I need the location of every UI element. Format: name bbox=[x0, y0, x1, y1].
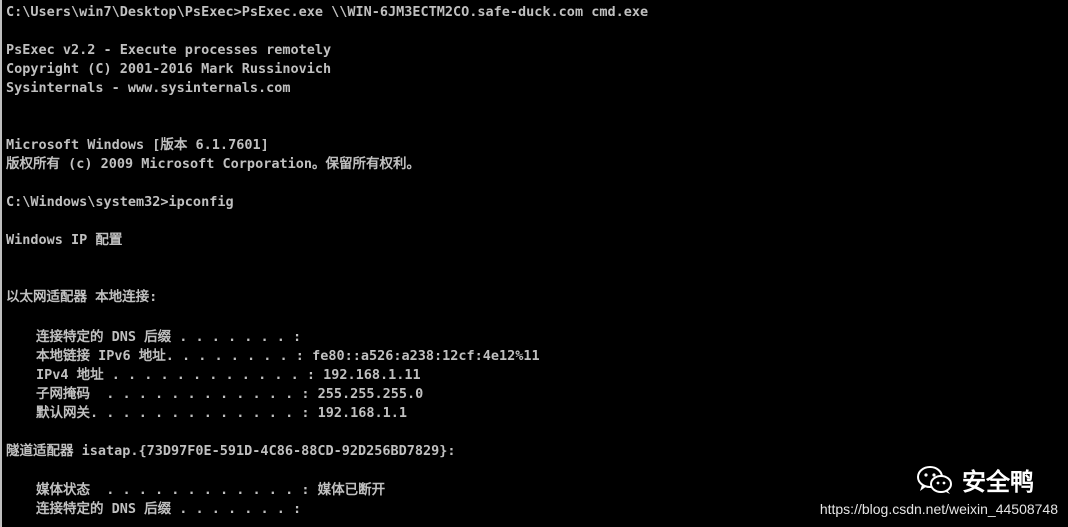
ip-config-heading: Windows IP 配置 bbox=[6, 232, 123, 248]
watermark-brand: 安全鸭 bbox=[820, 462, 1034, 497]
sysinternals-line: Sysinternals - www.sysinternals.com bbox=[6, 80, 291, 96]
console-window[interactable]: C:\Users\win7\Desktop\PsExec>PsExec.exe … bbox=[0, 0, 1068, 527]
media-state-line: 媒体状态 . . . . . . . . . . . . : 媒体已断开 bbox=[36, 482, 386, 498]
copyright-line: Copyright (C) 2001-2016 Mark Russinovich bbox=[6, 61, 332, 77]
window-left-border bbox=[0, 0, 2, 527]
psexec-version-line: PsExec v2.2 - Execute processes remotely bbox=[6, 42, 332, 58]
command-line-ipconfig: C:\Windows\system32>ipconfig bbox=[6, 194, 234, 210]
watermark-name: 安全鸭 bbox=[962, 468, 1034, 496]
dns-suffix-line: 连接特定的 DNS 后缀 . . . . . . . : bbox=[36, 329, 302, 345]
watermark-url: https://blog.csdn.net/weixin_44508748 bbox=[819, 501, 1058, 517]
tunnel-adapter-heading: 隧道适配器 isatap.{73D97F0E-591D-4C86-88CD-92… bbox=[6, 443, 456, 459]
wechat-icon bbox=[916, 465, 954, 495]
windows-version-line: Microsoft Windows [版本 6.1.7601] bbox=[6, 137, 269, 153]
default-gateway-line: 默认网关. . . . . . . . . . . . . : 192.168.… bbox=[36, 405, 407, 421]
subnet-mask-line: 子网掩码 . . . . . . . . . . . . : 255.255.2… bbox=[36, 386, 424, 402]
ethernet-adapter-heading: 以太网适配器 本地连接: bbox=[6, 289, 158, 305]
command-line-psexec: C:\Users\win7\Desktop\PsExec>PsExec.exe … bbox=[6, 4, 649, 20]
ipv4-address-line: IPv4 地址 . . . . . . . . . . . . : 192.16… bbox=[36, 367, 421, 383]
dns-suffix-line-2: 连接特定的 DNS 后缀 . . . . . . . : bbox=[36, 501, 302, 517]
ipv6-address-line: 本地链接 IPv6 地址. . . . . . . . : fe80::a526… bbox=[36, 348, 540, 364]
rights-line: 版权所有 (c) 2009 Microsoft Corporation。保留所有… bbox=[6, 156, 420, 172]
watermark: 安全鸭 https://blog.csdn.net/weixin_4450874… bbox=[820, 462, 1058, 517]
